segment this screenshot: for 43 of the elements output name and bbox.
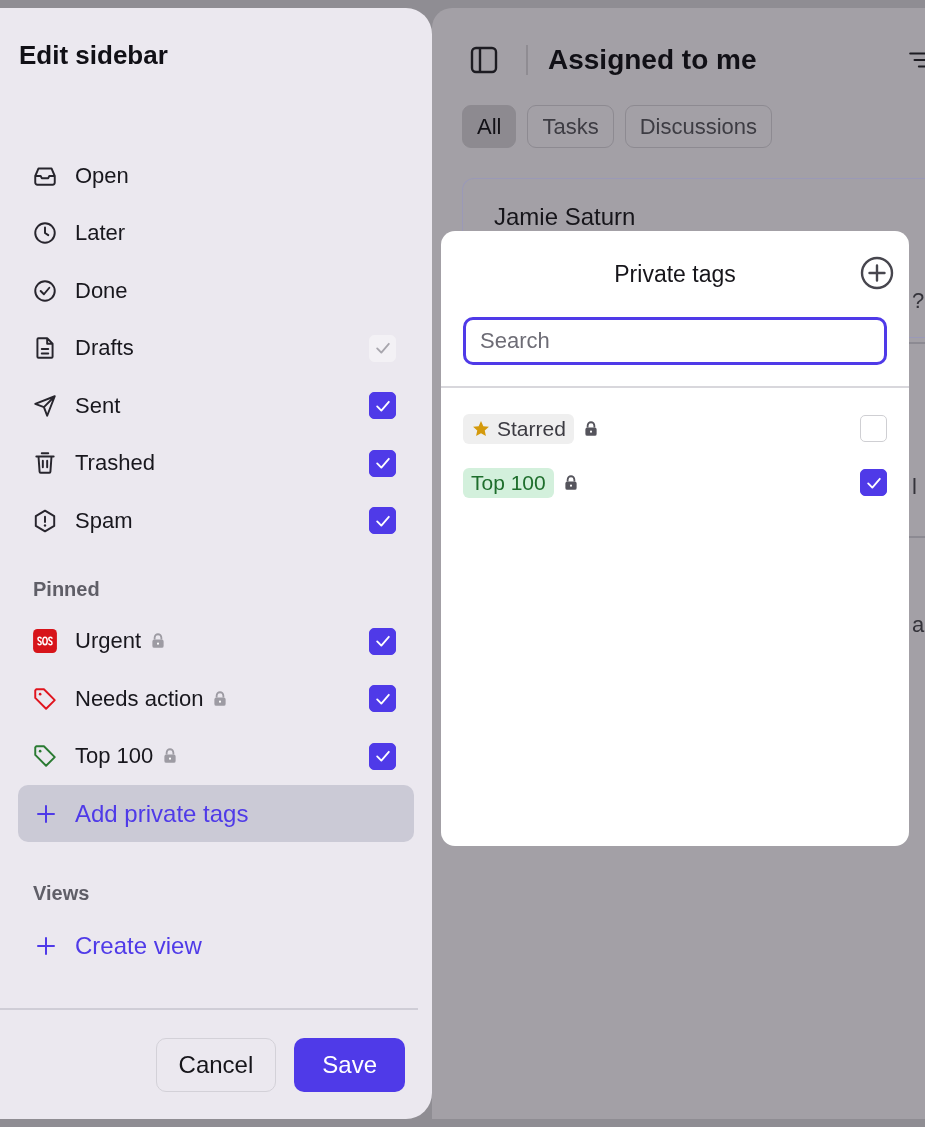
text-fragment: l: [912, 474, 917, 500]
item-label[interactable]: Needs action: [75, 685, 204, 712]
filter-tab[interactable]: Tasks: [527, 105, 614, 148]
filter-tab[interactable]: All: [462, 105, 517, 148]
item-label[interactable]: Later: [75, 220, 126, 247]
warning-hexagon-icon: [32, 507, 58, 534]
sender-name: Jamie Saturn: [494, 203, 637, 231]
clock-icon: [32, 220, 58, 247]
checkbox[interactable]: [860, 469, 887, 496]
section-heading: Pinned: [32, 576, 101, 602]
filter-tab[interactable]: Discussions: [624, 105, 773, 148]
item-label[interactable]: Urgent: [75, 628, 142, 655]
checkbox[interactable]: [369, 449, 396, 477]
checkbox[interactable]: [369, 507, 396, 535]
item-label[interactable]: Open: [75, 162, 129, 189]
text-fragment: ?: [912, 288, 925, 314]
add-private-tags-button[interactable]: Add private tags: [18, 785, 414, 842]
popup-title: Private tags: [614, 260, 736, 288]
checkbox[interactable]: [369, 742, 396, 770]
item-label[interactable]: Top 100: [75, 743, 154, 770]
tag-chip: Starred: [463, 413, 574, 444]
sidebar-toggle-icon: [468, 44, 500, 76]
save-button[interactable]: Save: [294, 1038, 405, 1092]
sidebar-title: Edit sidebar: [18, 39, 169, 72]
item-label[interactable]: Sent: [75, 392, 121, 419]
tag-chip: Top 100: [463, 467, 554, 498]
paper-plane-icon: [32, 392, 58, 419]
create-view-link[interactable]: Create view: [18, 917, 212, 974]
item-label[interactable]: Spam: [75, 507, 133, 534]
sos-icon: [32, 628, 58, 655]
cancel-button[interactable]: Cancel: [155, 1038, 277, 1092]
page-title: Assigned to me: [548, 44, 758, 76]
item-label[interactable]: Trashed: [75, 450, 155, 477]
checkbox[interactable]: [369, 685, 396, 713]
check-circle-icon: [32, 277, 58, 304]
search-field[interactable]: Search: [463, 317, 887, 365]
item-label[interactable]: Done: [75, 277, 128, 304]
checkbox[interactable]: [369, 627, 396, 655]
trash-icon: [32, 450, 58, 477]
checkbox[interactable]: [369, 392, 396, 420]
section-heading: Views: [32, 881, 91, 906]
add-button[interactable]: [859, 255, 895, 291]
text-fragment: a: [912, 612, 925, 638]
